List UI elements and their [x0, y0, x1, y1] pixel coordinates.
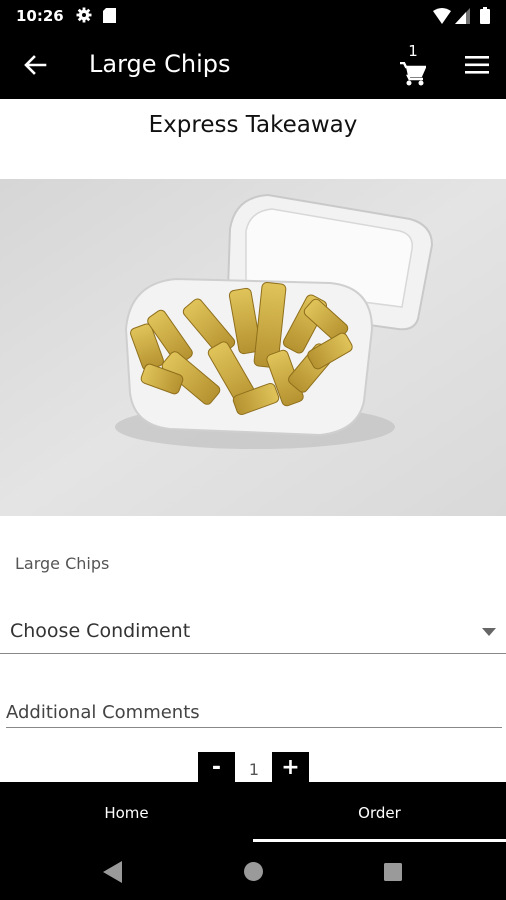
- condiment-selected-value: Choose Condiment: [10, 620, 191, 642]
- status-time: 10:26: [16, 7, 64, 25]
- tab-home[interactable]: Home: [0, 782, 253, 842]
- system-home-icon[interactable]: [244, 862, 263, 881]
- cart-button[interactable]: 1: [396, 42, 430, 86]
- quantity-increase-button[interactable]: +: [272, 752, 309, 784]
- product-name-label: Large Chips: [15, 554, 110, 573]
- gear-icon: [76, 7, 92, 23]
- system-recents-icon[interactable]: [384, 863, 402, 881]
- system-navigation-bar: [0, 842, 506, 900]
- restaurant-name: Express Takeaway: [148, 112, 358, 138]
- dropdown-arrow-icon: [482, 628, 496, 636]
- signal-icon: [455, 8, 470, 24]
- back-button[interactable]: [18, 48, 52, 82]
- cart-count-badge: 1: [408, 42, 418, 60]
- tab-order[interactable]: Order: [253, 782, 506, 842]
- sd-card-icon: [103, 8, 116, 23]
- quantity-value: 1: [248, 760, 260, 779]
- quantity-decrease-button[interactable]: -: [198, 752, 235, 784]
- wifi-icon: [433, 8, 451, 24]
- additional-comments-input[interactable]: [6, 699, 502, 725]
- battery-icon: [480, 7, 490, 24]
- condiment-dropdown[interactable]: Choose Condiment: [0, 612, 506, 654]
- menu-icon: [465, 56, 489, 74]
- page-title: Large Chips: [89, 50, 231, 78]
- cart-icon: [400, 62, 426, 86]
- system-back-icon[interactable]: [103, 861, 123, 883]
- comments-field: [6, 697, 502, 728]
- arrow-back-icon: [24, 55, 47, 75]
- menu-button[interactable]: [462, 50, 492, 80]
- bottom-navigation: Home Order: [0, 782, 506, 842]
- product-image: [0, 179, 506, 516]
- app-bar: Large Chips 1: [0, 32, 506, 99]
- status-bar: 10:26: [0, 0, 506, 32]
